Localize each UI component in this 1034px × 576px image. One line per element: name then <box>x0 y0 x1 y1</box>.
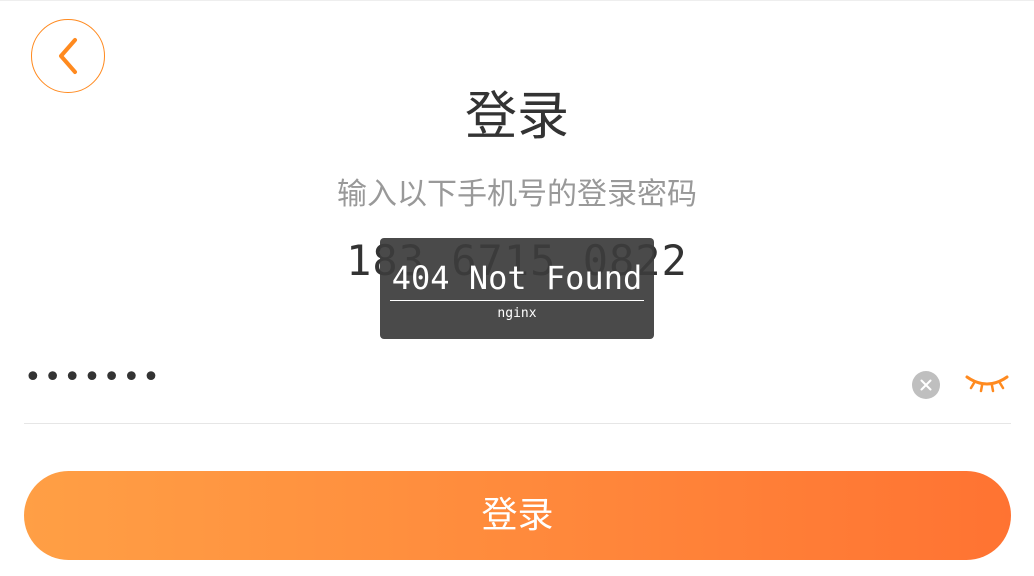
error-title: 404 Not Found <box>389 258 645 301</box>
instruction-text: 输入以下手机号的登录密码 <box>337 177 697 212</box>
password-input[interactable] <box>24 351 884 403</box>
clear-button[interactable] <box>912 371 940 399</box>
clear-icon <box>920 379 932 391</box>
error-server: nginx <box>497 306 537 321</box>
login-page: 登录 输入以下手机号的登录密码 183 6715 0822 404 Not Fo… <box>0 0 1034 576</box>
password-visibility-toggle[interactable] <box>964 369 1010 395</box>
chevron-left-icon <box>59 38 77 74</box>
page-title: 登录 <box>464 87 569 147</box>
input-divider <box>24 423 1011 424</box>
login-button[interactable]: 登录 <box>24 471 1011 560</box>
eye-closed-icon <box>965 375 1009 393</box>
back-button[interactable] <box>31 19 105 93</box>
error-overlay: 404 Not Found nginx <box>380 238 654 339</box>
